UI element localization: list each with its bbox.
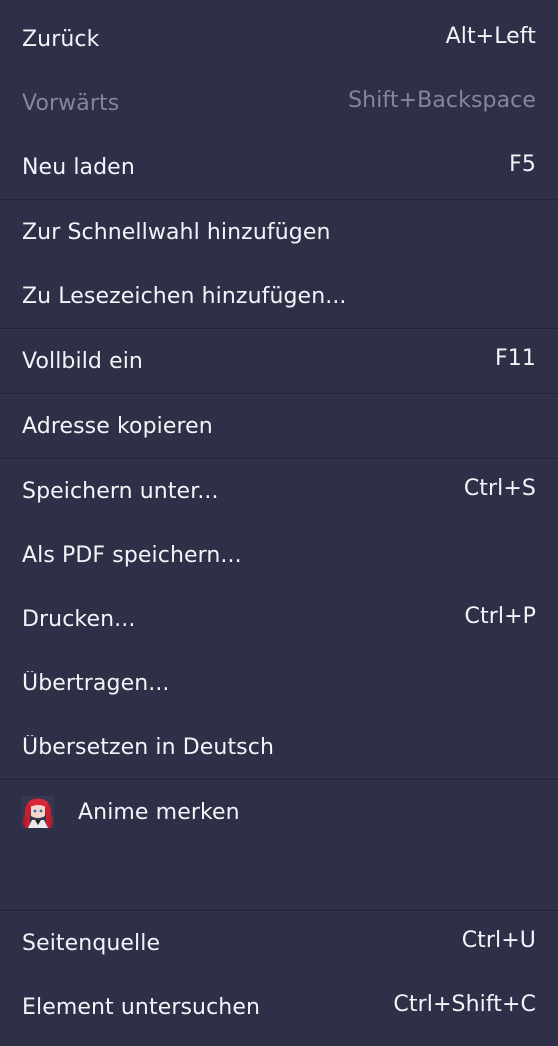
menu-item-label: Anime merken [78,799,240,825]
context-menu: Zurück Alt+Left Vorwärts Shift+Backspace… [0,0,558,1046]
menu-item-shortcut: Ctrl+Shift+C [393,991,536,1017]
menu-item-shortcut: F5 [509,151,536,177]
menu-item-save-as[interactable]: Speichern unter... Ctrl+S [0,459,558,523]
menu-item-save-pdf[interactable]: Als PDF speichern... [0,523,558,587]
menu-item-shortcut: Shift+Backspace [348,87,536,113]
menu-item-shortcut: Ctrl+U [461,927,536,953]
anime-avatar-icon [22,796,54,828]
menu-item-add-speed-dial[interactable]: Zur Schnellwahl hinzufügen [0,200,558,264]
menu-item-label: Vorwärts [22,90,120,116]
menu-item-fullscreen[interactable]: Vollbild ein F11 [0,329,558,393]
menu-item-reload[interactable]: Neu laden F5 [0,135,558,199]
menu-item-add-bookmark[interactable]: Zu Lesezeichen hinzufügen... [0,264,558,328]
menu-item-copy-address[interactable]: Adresse kopieren [0,394,558,458]
menu-item-translate[interactable]: Übersetzen in Deutsch [0,715,558,779]
menu-item-label: Adresse kopieren [22,413,213,439]
menu-item-label: Zu Lesezeichen hinzufügen... [22,283,347,309]
menu-item-label: Element untersuchen [22,994,260,1020]
menu-item-forward: Vorwärts Shift+Backspace [0,71,558,135]
menu-item-label: Neu laden [22,154,135,180]
menu-item-view-source[interactable]: Seitenquelle Ctrl+U [0,911,558,975]
menu-item-label: Speichern unter... [22,478,219,504]
menu-item-inspect[interactable]: Element untersuchen Ctrl+Shift+C [0,975,558,1039]
menu-item-shortcut: Alt+Left [445,23,536,49]
menu-item-label: Seitenquelle [22,930,161,956]
menu-item-label: Drucken... [22,606,136,632]
menu-item-label: Zurück [22,26,100,52]
menu-item-back[interactable]: Zurück Alt+Left [0,7,558,71]
menu-item-label: Als PDF speichern... [22,542,242,568]
menu-item-cast[interactable]: Übertragen... [0,651,558,715]
menu-item-print[interactable]: Drucken... Ctrl+P [0,587,558,651]
menu-item-anime-merken[interactable]: Anime merken [0,780,558,844]
menu-item-label: Zur Schnellwahl hinzufügen [22,219,331,245]
menu-item-label: Übertragen... [22,670,170,696]
menu-item-label: Übersetzen in Deutsch [22,734,274,760]
menu-item-shortcut: F11 [495,345,536,371]
menu-item-shortcut: Ctrl+P [464,603,536,629]
menu-item-shortcut: Ctrl+S [463,475,536,501]
menu-item-label: Vollbild ein [22,348,143,374]
menu-empty-space [0,844,558,910]
